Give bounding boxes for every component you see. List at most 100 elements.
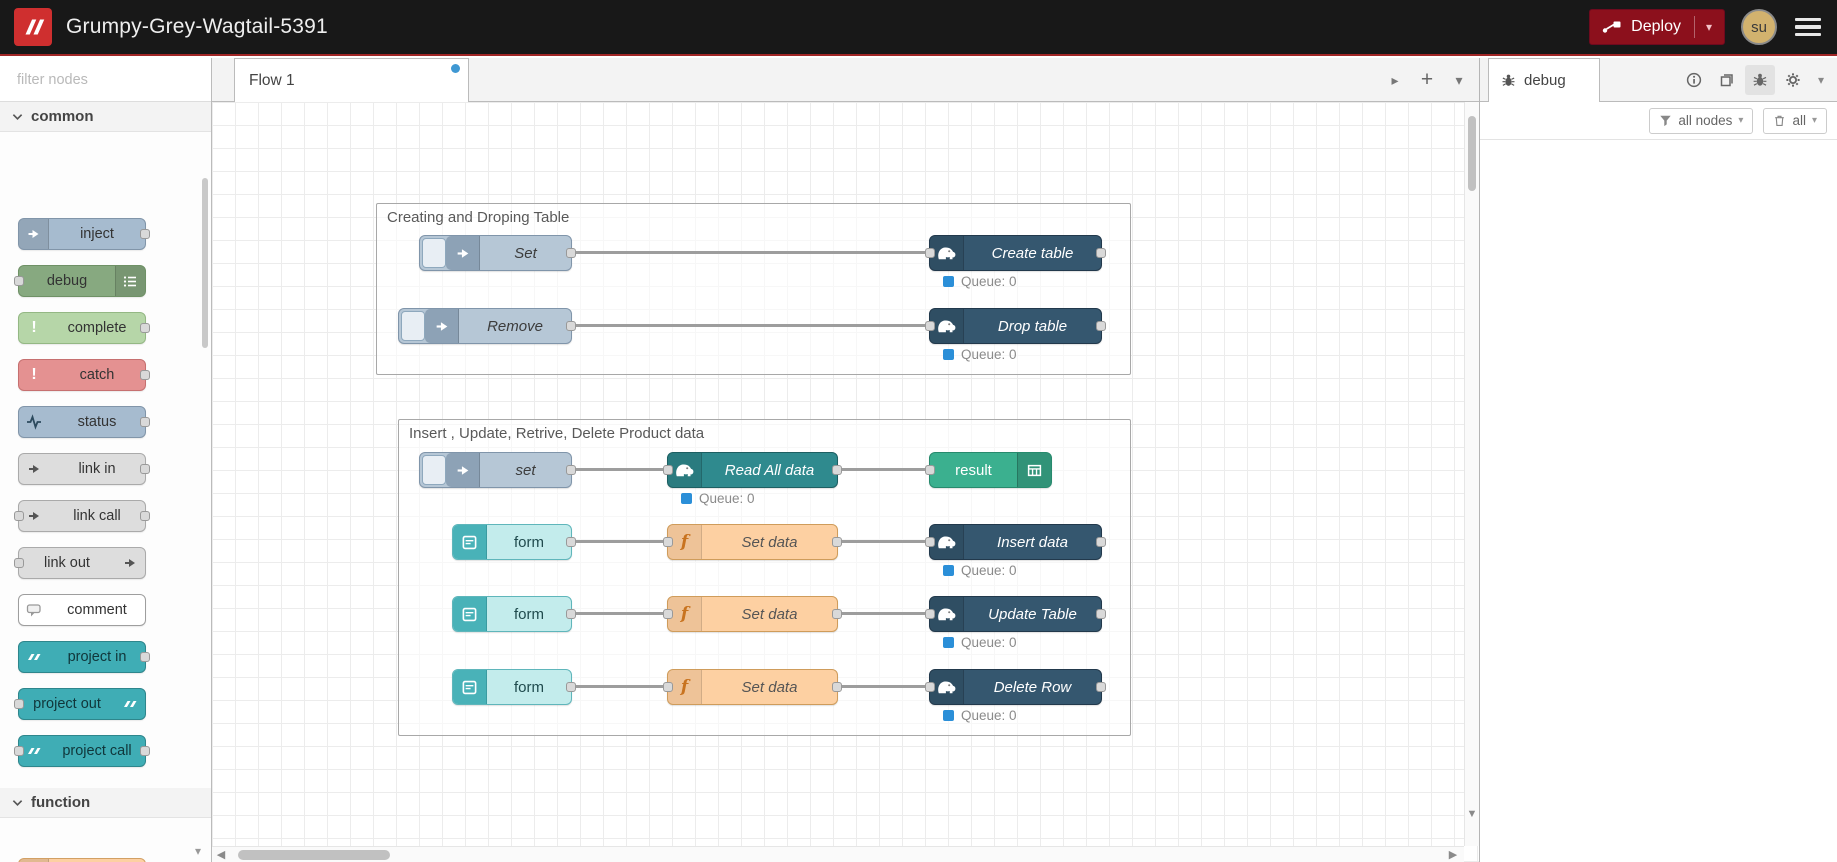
debug-tab-button[interactable] bbox=[1745, 65, 1775, 95]
output-port[interactable] bbox=[832, 682, 842, 692]
group-creating-dropping-table[interactable]: Creating and Droping Table bbox=[376, 203, 1131, 375]
node-set-data-delete[interactable]: f Set data bbox=[663, 669, 842, 705]
node-set-data-insert[interactable]: f Set data bbox=[663, 524, 842, 560]
sidebar-options-chevron-icon[interactable]: ▾ bbox=[1811, 73, 1831, 87]
flow-canvas[interactable]: Creating and Droping Table Insert , Upda… bbox=[212, 102, 1479, 862]
node-form-insert[interactable]: form bbox=[452, 524, 576, 560]
wire[interactable] bbox=[572, 685, 667, 688]
node-inject-remove[interactable]: Remove bbox=[398, 308, 576, 344]
scroll-left-icon[interactable]: ◀ bbox=[212, 848, 230, 861]
scroll-down-icon[interactable]: ▼ bbox=[1465, 808, 1479, 820]
node-insert-data[interactable]: Insert data bbox=[925, 524, 1106, 560]
output-port[interactable] bbox=[1096, 321, 1106, 331]
palette-node-link-in[interactable]: link in bbox=[18, 453, 150, 485]
output-port[interactable] bbox=[832, 465, 842, 475]
palette-node-link-call[interactable]: link call bbox=[14, 500, 150, 532]
output-port[interactable] bbox=[566, 682, 576, 692]
input-port[interactable] bbox=[663, 537, 673, 547]
palette-node-complete[interactable]: ! complete bbox=[18, 312, 150, 344]
canvas-horizontal-scrollbar[interactable]: ◀ ▶ bbox=[212, 846, 1464, 862]
palette-node-inject[interactable]: inject bbox=[18, 218, 150, 250]
scrollbar-thumb[interactable] bbox=[238, 850, 390, 860]
tab-scroll-right-icon[interactable]: ▸ bbox=[1381, 65, 1409, 95]
debug-filter-button[interactable]: all nodes ▾ bbox=[1649, 107, 1754, 134]
input-port[interactable] bbox=[14, 276, 24, 286]
node-update-table[interactable]: Update Table bbox=[925, 596, 1106, 632]
wire[interactable] bbox=[572, 251, 929, 254]
input-port[interactable] bbox=[14, 746, 24, 756]
output-port[interactable] bbox=[1096, 248, 1106, 258]
debug-clear-button[interactable]: all ▾ bbox=[1763, 107, 1827, 134]
output-port[interactable] bbox=[566, 609, 576, 619]
wire[interactable] bbox=[572, 324, 929, 327]
wire[interactable] bbox=[838, 540, 929, 543]
output-port[interactable] bbox=[566, 248, 576, 258]
palette-node-link-out[interactable]: link out bbox=[14, 547, 146, 579]
input-port[interactable] bbox=[663, 465, 673, 475]
user-avatar[interactable]: su bbox=[1741, 9, 1777, 45]
palette-search-input[interactable] bbox=[17, 71, 204, 88]
palette-node-debug[interactable]: debug bbox=[14, 265, 146, 297]
input-port[interactable] bbox=[925, 537, 935, 547]
input-port[interactable] bbox=[925, 682, 935, 692]
node-create-table[interactable]: Create table bbox=[925, 235, 1106, 271]
input-port[interactable] bbox=[663, 609, 673, 619]
node-inject-set[interactable]: Set bbox=[419, 235, 576, 271]
output-port[interactable] bbox=[566, 321, 576, 331]
input-port[interactable] bbox=[925, 609, 935, 619]
output-port[interactable] bbox=[140, 746, 150, 756]
palette-node-project-in[interactable]: project in bbox=[18, 641, 150, 673]
input-port[interactable] bbox=[925, 248, 935, 258]
tab-debug[interactable]: debug bbox=[1488, 58, 1600, 102]
node-set-data-update[interactable]: f Set data bbox=[663, 596, 842, 632]
main-menu-button[interactable] bbox=[1793, 14, 1823, 41]
palette-scrollbar[interactable] bbox=[202, 178, 208, 348]
inject-trigger-button[interactable] bbox=[422, 455, 446, 485]
node-form-delete[interactable]: form bbox=[452, 669, 576, 705]
scrollbar-thumb[interactable] bbox=[1468, 116, 1476, 191]
node-inject-set-lower[interactable]: set bbox=[419, 452, 576, 488]
wire[interactable] bbox=[838, 685, 929, 688]
info-tab-button[interactable] bbox=[1679, 65, 1709, 95]
input-port[interactable] bbox=[663, 682, 673, 692]
node-form-update[interactable]: form bbox=[452, 596, 576, 632]
output-port[interactable] bbox=[1096, 537, 1106, 547]
palette-node-catch[interactable]: ! catch bbox=[18, 359, 150, 391]
node-delete-row[interactable]: Delete Row bbox=[925, 669, 1106, 705]
input-port[interactable] bbox=[925, 321, 935, 331]
output-port[interactable] bbox=[140, 464, 150, 474]
output-port[interactable] bbox=[1096, 682, 1106, 692]
node-result-table[interactable]: result bbox=[925, 452, 1052, 488]
output-port[interactable] bbox=[832, 537, 842, 547]
output-port[interactable] bbox=[566, 465, 576, 475]
output-port[interactable] bbox=[140, 417, 150, 427]
inject-trigger-button[interactable] bbox=[422, 238, 446, 268]
output-port[interactable] bbox=[140, 370, 150, 380]
output-port[interactable] bbox=[1096, 609, 1106, 619]
config-tab-button[interactable] bbox=[1778, 65, 1808, 95]
palette-scroll-down-icon[interactable]: ▾ bbox=[195, 844, 201, 858]
palette-node-project-call[interactable]: project call bbox=[14, 735, 150, 767]
output-port[interactable] bbox=[140, 511, 150, 521]
output-port[interactable] bbox=[140, 229, 150, 239]
wire[interactable] bbox=[838, 612, 929, 615]
palette-category-common[interactable]: common bbox=[0, 102, 211, 132]
wire[interactable] bbox=[572, 612, 667, 615]
palette-node-function[interactable]: f function bbox=[18, 858, 146, 862]
output-port[interactable] bbox=[140, 652, 150, 662]
add-flow-button[interactable]: + bbox=[1413, 65, 1441, 95]
node-read-all-data[interactable]: Read All data bbox=[663, 452, 842, 488]
wire[interactable] bbox=[572, 540, 667, 543]
palette-node-status[interactable]: status bbox=[18, 406, 150, 438]
output-port[interactable] bbox=[832, 609, 842, 619]
output-port[interactable] bbox=[140, 323, 150, 333]
input-port[interactable] bbox=[925, 465, 935, 475]
palette-node-comment[interactable]: comment bbox=[18, 594, 146, 626]
flow-list-chevron-icon[interactable]: ▾ bbox=[1445, 65, 1473, 95]
inject-trigger-button[interactable] bbox=[401, 311, 425, 341]
node-drop-table[interactable]: Drop table bbox=[925, 308, 1106, 344]
canvas-vertical-scrollbar[interactable]: ▼ bbox=[1464, 102, 1479, 846]
help-tab-button[interactable] bbox=[1712, 65, 1742, 95]
deploy-button[interactable]: Deploy ▾ bbox=[1589, 9, 1725, 45]
deploy-options-chevron-icon[interactable]: ▾ bbox=[1704, 20, 1712, 34]
